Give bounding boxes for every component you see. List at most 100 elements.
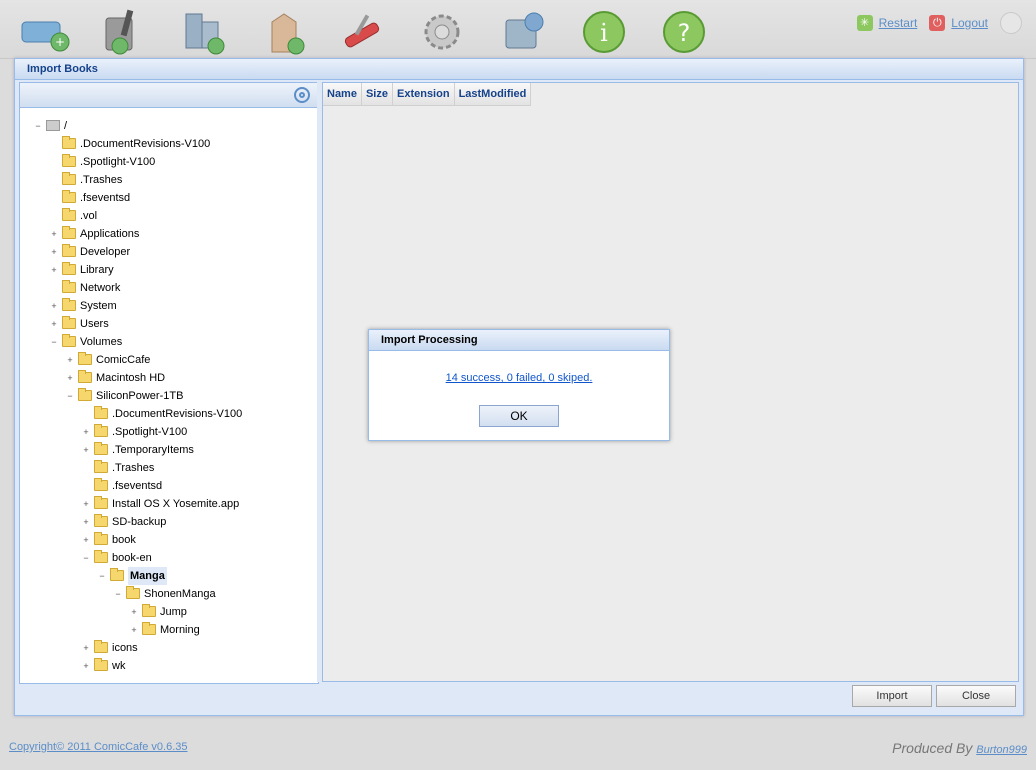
folder-icon — [94, 514, 108, 527]
tree-node-label: ShonenManga — [144, 588, 216, 600]
tree-node-label: Network — [80, 282, 121, 294]
import-button[interactable]: Import — [852, 685, 932, 707]
tree-header — [20, 83, 318, 108]
tree-node-label: .Spotlight-V100 — [112, 426, 188, 438]
tree-toggle-icon[interactable]: + — [82, 428, 90, 437]
refresh-icon[interactable] — [294, 87, 310, 103]
add-tag-icon[interactable] — [256, 8, 316, 56]
svg-text:?: ? — [678, 19, 691, 47]
grid-header: Name Size Extension LastModified — [323, 83, 532, 106]
column-header-extension[interactable]: Extension — [392, 83, 455, 106]
folder-icon — [62, 136, 76, 149]
tree-node-label: SiliconPower-1TB — [96, 390, 184, 402]
folder-icon — [94, 460, 108, 473]
folder-icon — [62, 154, 76, 167]
tree-toggle-icon[interactable]: + — [82, 446, 90, 455]
tree-toggle-icon[interactable]: − — [34, 122, 42, 131]
tree-toggle-icon[interactable]: + — [50, 230, 58, 239]
tree-toggle-icon[interactable]: + — [82, 662, 90, 671]
tree-node-label: book — [112, 534, 136, 546]
import-library-icon[interactable] — [176, 8, 236, 56]
folder-icon — [62, 208, 76, 221]
folder-icon — [142, 622, 156, 635]
tree-toggle-icon[interactable]: − — [98, 572, 106, 581]
tree-toggle-icon[interactable]: + — [82, 518, 90, 527]
tree-toggle-icon[interactable]: + — [82, 500, 90, 509]
add-book-icon[interactable]: + — [16, 8, 76, 56]
logout-link[interactable]: Logout — [951, 16, 988, 30]
tree-toggle-icon[interactable]: + — [50, 248, 58, 257]
tree-toggle-icon[interactable]: + — [82, 536, 90, 545]
tree-node-label: .Trashes — [80, 174, 123, 186]
folder-icon — [94, 442, 108, 455]
column-header-lastmodified[interactable]: LastModified — [454, 83, 532, 106]
tree-toggle-icon — [82, 482, 90, 490]
edit-book-icon[interactable] — [96, 8, 156, 56]
tree-toggle-icon[interactable]: − — [50, 338, 58, 347]
folder-icon — [62, 244, 76, 257]
folder-icon — [78, 370, 92, 383]
tree-toggle-icon[interactable]: − — [114, 590, 122, 599]
tree-toggle-icon[interactable]: + — [130, 626, 138, 635]
tree-node-label: Jump — [160, 606, 187, 618]
tree-toggle-icon[interactable]: + — [50, 302, 58, 311]
notification-icon[interactable] — [1000, 12, 1022, 34]
drive-icon — [46, 120, 60, 131]
folder-icon — [62, 262, 76, 275]
tree-toggle-icon[interactable]: + — [50, 266, 58, 275]
tree-node-label: wk — [112, 660, 126, 672]
info-icon[interactable]: i — [576, 8, 636, 56]
folder-icon — [62, 334, 76, 347]
restart-link[interactable]: Restart — [879, 16, 918, 30]
help-icon[interactable]: ? — [656, 8, 716, 56]
produced-by-label: Produced By — [892, 740, 973, 756]
close-button[interactable]: Close — [936, 685, 1016, 707]
tree-node-label: icons — [112, 642, 138, 654]
folder-icon — [94, 496, 108, 509]
tree-toggle-icon[interactable]: + — [130, 608, 138, 617]
logout-icon: ⏻ — [929, 15, 946, 31]
folder-icon — [78, 388, 92, 401]
tree-node-label: Manga — [128, 567, 167, 585]
settings-icon[interactable] — [416, 8, 476, 56]
tree-node-label: Volumes — [80, 336, 123, 348]
folder-icon — [94, 550, 108, 563]
tree-toggle-icon[interactable]: − — [66, 392, 74, 401]
tree-node-label: / — [64, 120, 68, 132]
svg-text:i: i — [600, 19, 608, 47]
tree-node-label: Users — [80, 318, 109, 330]
page-footer: Copyright© 2011 ComicCafe v0.6.35 Produc… — [0, 728, 1036, 770]
folder-icon — [62, 316, 76, 329]
main-toolbar: + i ? ✳ Restart ⏻ Logout — [0, 0, 1036, 59]
tree-node-label: ComicCafe — [96, 354, 151, 366]
tree-toggle-icon — [82, 410, 90, 418]
tree-node-label: Morning — [160, 624, 200, 636]
tree-toggle-icon[interactable]: + — [82, 644, 90, 653]
produced-by: Produced By Burton999 — [892, 740, 1027, 756]
column-header-name[interactable]: Name — [323, 83, 362, 106]
tree-toggle-icon — [50, 140, 58, 148]
folder-icon — [62, 280, 76, 293]
folder-icon — [94, 532, 108, 545]
tree-node-label: .fseventsd — [112, 480, 163, 492]
author-link[interactable]: Burton999 — [976, 744, 1027, 756]
tree-toggle-icon[interactable]: + — [66, 356, 74, 365]
ok-button[interactable]: OK — [479, 405, 559, 427]
tree-toggle-icon[interactable]: − — [82, 554, 90, 563]
dialog-message[interactable]: 14 success, 0 failed, 0 skiped. — [369, 372, 669, 384]
export-icon[interactable] — [496, 8, 556, 56]
copyright-link[interactable]: Copyright© 2011 ComicCafe v0.6.35 — [9, 741, 188, 753]
tree-toggle-icon — [50, 176, 58, 184]
column-header-size[interactable]: Size — [361, 83, 393, 106]
folder-tree-panel: − / .DocumentRevisions-V100 .Spotlight-V100… — [19, 82, 319, 684]
tree-toggle-icon[interactable]: + — [50, 320, 58, 329]
folder-icon — [94, 658, 108, 671]
tree-node-label: SD-backup — [112, 516, 167, 528]
folder-icon — [78, 352, 92, 365]
tree-toggle-icon — [50, 212, 58, 220]
tree-node-label: Library — [80, 264, 114, 276]
tools-icon[interactable] — [336, 8, 396, 56]
dialog-title: Import Processing — [369, 330, 669, 351]
tree-toggle-icon[interactable]: + — [66, 374, 74, 383]
folder-icon — [94, 478, 108, 491]
